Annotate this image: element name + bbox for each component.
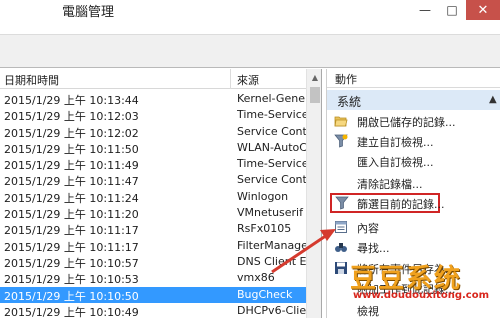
table-row[interactable]: 2015/1/29 上午 10:11:24 Winlogon: [0, 189, 306, 205]
save-icon: [334, 261, 348, 275]
scroll-thumb[interactable]: [310, 87, 320, 103]
cell-datetime: 2015/1/29 上午 10:10:49: [4, 305, 139, 318]
cell-source: RsFx0105: [237, 222, 292, 236]
action-view[interactable]: 檢視: [327, 300, 500, 318]
cell-source: Time-Service: [237, 157, 306, 171]
action-create-custom-view[interactable]: 建立自訂檢視...: [327, 131, 500, 151]
cell-source: WLAN-AutoConfig: [237, 140, 306, 154]
action-label: 匯入自訂檢視...: [357, 156, 434, 169]
title-bar: 電腦管理 — □ ✕: [0, 0, 500, 20]
action-filter-current-log[interactable]: 篩選目前的記錄...: [330, 193, 445, 213]
cell-datetime: 2015/1/29 上午 10:11:50: [4, 142, 139, 156]
column-header-datetime[interactable]: 日期和時間: [4, 72, 59, 88]
chevron-up-icon[interactable]: ▲: [489, 94, 497, 105]
cell-datetime: 2015/1/29 上午 10:10:53: [4, 273, 139, 287]
cell-datetime: 2015/1/29 上午 10:12:03: [4, 110, 139, 124]
column-divider[interactable]: [230, 69, 231, 89]
action-label: 開啟已儲存的記錄...: [357, 116, 456, 129]
cell-datetime: 2015/1/29 上午 10:11:49: [4, 159, 139, 173]
table-row[interactable]: 2015/1/29 上午 10:11:49 Time-Service: [0, 156, 306, 172]
cell-datetime: 2015/1/29 上午 10:13:44: [4, 94, 139, 107]
cell-datetime: 2015/1/29 上午 10:11:47: [4, 175, 139, 189]
window-title: 電腦管理: [62, 5, 115, 20]
table-row[interactable]: 2015/1/29 上午 10:10:53 vmx86: [0, 270, 306, 286]
actions-group-label: 系統: [337, 95, 362, 109]
cell-source: FilterManager: [237, 238, 306, 252]
cell-datetime: 2015/1/29 上午 10:11:17: [4, 240, 139, 254]
filter-add-icon: [334, 134, 348, 148]
action-label: 清除記錄檔...: [357, 178, 423, 191]
cell-source: Kernel-General: [237, 92, 306, 105]
folder-open-icon: [334, 114, 348, 128]
binoculars-icon: [334, 240, 348, 254]
table-row[interactable]: 2015/1/29 上午 10:11:47 Service Control: [0, 172, 306, 188]
toolbar: [0, 34, 500, 68]
action-label: 尋找...: [357, 242, 390, 255]
action-open-saved-log[interactable]: 開啟已儲存的記錄...: [327, 111, 500, 131]
menu-bar: [0, 20, 500, 34]
table-row[interactable]: 2015/1/29 上午 10:11:50 WLAN-AutoConfig: [0, 140, 306, 156]
column-header-source[interactable]: 來源: [237, 72, 259, 88]
close-button[interactable]: ✕: [466, 0, 500, 20]
cell-datetime: 2015/1/29 上午 10:11:17: [4, 224, 139, 238]
action-properties[interactable]: 內容: [327, 217, 500, 237]
cell-datetime: 2015/1/29 上午 10:10:57: [4, 256, 139, 270]
table-row[interactable]: 2015/1/29 上午 10:12:03 Time-Service: [0, 107, 306, 123]
actions-group-system[interactable]: 系統 ▲: [327, 90, 500, 110]
actions-header: 動作: [327, 69, 500, 88]
cell-datetime: 2015/1/29 上午 10:11:20: [4, 208, 139, 222]
cell-source: VMnetuserif: [237, 206, 303, 220]
action-find[interactable]: 尋找...: [327, 237, 500, 257]
cell-source: Time-Service: [237, 108, 306, 122]
blank-icon: [334, 281, 348, 295]
cell-source: DHCPv6-Client: [237, 303, 306, 317]
table-row[interactable]: 2015/1/29 上午 10:11:17 RsFx0105: [0, 221, 306, 237]
filter-icon: [335, 196, 349, 210]
action-label: 建立自訂檢視...: [357, 136, 434, 149]
table-row[interactable]: 2015/1/29 上午 10:11:20 VMnetuserif: [0, 205, 306, 221]
actions-header-label: 動作: [335, 73, 357, 86]
action-clear-log[interactable]: 清除記錄檔...: [327, 173, 500, 193]
table-row[interactable]: 2015/1/29 上午 10:10:57 DNS Client Events: [0, 254, 306, 270]
cell-datetime: 2015/1/29 上午 10:11:24: [4, 191, 139, 205]
cell-source: DNS Client Events: [237, 254, 306, 268]
cell-source: vmx86: [237, 271, 275, 285]
events-list-panel: 日期和時間 來源 2015/1/29 上午 10:13:44 Kernel-Gen…: [0, 69, 322, 318]
blank-icon: [334, 176, 348, 190]
table-row[interactable]: 2015/1/29 上午 10:11:17 FilterManager: [0, 238, 306, 254]
action-label: 篩選目前的記錄...: [357, 198, 445, 211]
cell-source: Service Control: [237, 173, 306, 187]
maximize-button[interactable]: □: [440, 0, 464, 20]
action-import-custom-view[interactable]: 匯入自訂檢視...: [327, 151, 500, 171]
table-row[interactable]: 2015/1/29 上午 10:13:44 Kernel-General: [0, 91, 306, 107]
blank-icon: [334, 303, 348, 317]
scroll-up-icon[interactable]: ▲: [307, 71, 321, 85]
blank-icon: [334, 154, 348, 168]
action-label: 內容: [357, 222, 379, 235]
cell-source: Service Control: [237, 124, 306, 138]
table-row[interactable]: 2015/1/29 上午 10:10:49 DHCPv6-Client: [0, 303, 306, 318]
cell-datetime: 2015/1/29 上午 10:10:50: [4, 289, 139, 303]
list-header: 日期和時間 來源: [0, 69, 306, 89]
action-label: 檢視: [357, 305, 379, 318]
table-row[interactable]: 2015/1/29 上午 10:12:02 Service Control: [0, 124, 306, 140]
minimize-button[interactable]: —: [410, 0, 440, 20]
cell-source: Winlogon: [237, 189, 289, 203]
watermark-url: www.doudouxitong.com: [353, 290, 489, 301]
cell-datetime: 2015/1/29 上午 10:12:02: [4, 126, 139, 140]
vertical-scrollbar[interactable]: ▲: [306, 69, 321, 318]
properties-icon: [334, 220, 348, 234]
events-rows: 2015/1/29 上午 10:13:44Kernel-General2015/…: [0, 91, 306, 318]
table-row[interactable]: 2015/1/29 上午 10:10:50 BugCheck: [0, 286, 306, 303]
cell-source: BugCheck: [237, 287, 293, 301]
